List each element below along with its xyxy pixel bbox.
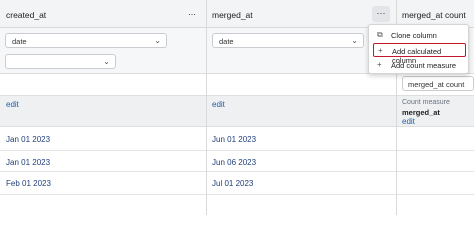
menu-item-label: Clone column	[391, 31, 437, 40]
table-cell: Jun 06 2023	[212, 158, 257, 167]
filter-select[interactable]: date ⌄	[212, 33, 364, 48]
filter-select-value: date	[12, 37, 27, 46]
edit-link[interactable]: edit	[6, 100, 19, 109]
menu-item-label: Add count measure	[391, 61, 457, 70]
edit-link[interactable]: edit	[212, 100, 225, 109]
table-cell: Feb 01 2023	[6, 179, 51, 188]
measure-type-label: Count measure	[402, 99, 450, 106]
filter-select[interactable]: date ⌄	[5, 33, 167, 48]
column-menu-icon[interactable]: ···	[372, 6, 390, 22]
chevron-down-icon: ⌄	[351, 36, 358, 45]
column-created-at: created_at ··· date ⌄ ⌄ edit Jan 01 2023…	[0, 0, 207, 215]
filter-select-secondary[interactable]: ⌄	[5, 54, 116, 69]
column-header-title: merged_at count	[402, 10, 466, 20]
measure-name: merged_at	[402, 108, 440, 117]
column-header-title: merged_at	[212, 10, 253, 20]
plus-icon: +	[378, 46, 383, 55]
edit-link[interactable]: edit	[402, 117, 415, 126]
table-cell: Jan 01 2023	[6, 158, 51, 167]
table-cell: Jul 01 2023	[212, 179, 254, 188]
plus-icon: +	[377, 60, 382, 69]
measure-title-input[interactable]: merged_at count	[402, 76, 474, 91]
column-header-title: created_at	[6, 10, 47, 20]
column-menu-icon[interactable]: ···	[188, 9, 196, 19]
chevron-down-icon: ⌄	[154, 36, 161, 45]
table-cell: Jan 01 2023	[6, 135, 51, 144]
menu-item-add-calculated-column[interactable]: + Add calculated column	[373, 43, 466, 65]
copy-icon: ⧉	[377, 30, 383, 39]
data-grid: created_at ··· date ⌄ ⌄ edit Jan 01 2023…	[0, 0, 474, 215]
menu-item-add-count-measure[interactable]: + Add count measure	[373, 58, 466, 72]
column-context-menu: ⧉ Clone column + Add calculated column +…	[368, 24, 469, 74]
filter-select-value: date	[219, 37, 234, 46]
menu-item-clone-column[interactable]: ⧉ Clone column	[373, 28, 466, 42]
chevron-down-icon: ⌄	[103, 57, 110, 66]
table-cell: Jun 01 2023	[212, 135, 257, 144]
